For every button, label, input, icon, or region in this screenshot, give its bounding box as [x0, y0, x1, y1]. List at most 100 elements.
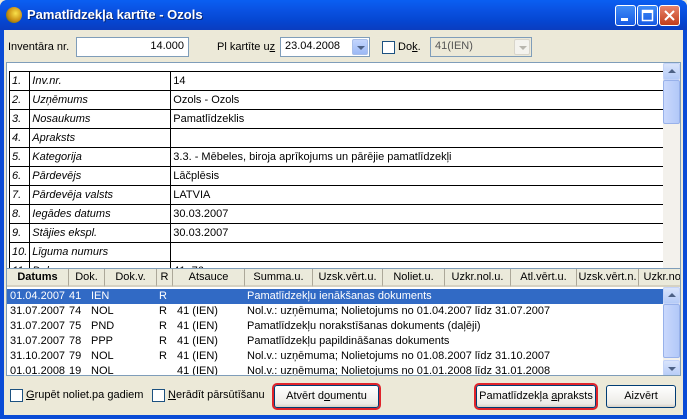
- property-number: 8.: [8, 204, 31, 224]
- column-header[interactable]: Atl.vērt.u.: [511, 269, 577, 287]
- property-value: LATVIA: [170, 185, 669, 205]
- property-number: 9.: [8, 223, 31, 243]
- group-depreciation-checkbox[interactable]: [10, 389, 23, 402]
- property-name: Pārdevējs: [29, 166, 172, 186]
- properties-scrollbar[interactable]: [663, 63, 680, 293]
- property-row[interactable]: 6. Pārdevējs Lāčplēsis: [8, 166, 669, 186]
- property-number: 4.: [8, 128, 31, 148]
- table-row[interactable]: 31.07.2007 74 NOL R 41 (IEN) Nol.v.: uzņēmuma…: [7, 304, 664, 319]
- table-row[interactable]: 01.04.2007 41 IEN R Pamatlīdzekļu ienākšanas…: [7, 289, 664, 304]
- scroll-down-button[interactable]: [663, 360, 680, 375]
- documents-scrollbar[interactable]: [663, 287, 680, 375]
- property-row[interactable]: 9. Stājies ekspl. 30.03.2007: [8, 223, 669, 243]
- property-row[interactable]: 1. Inv.nr. 14: [8, 71, 669, 91]
- cell-date: 31.07.2007: [10, 320, 66, 332]
- app-logo-icon: [6, 7, 22, 23]
- hide-transfer-checkbox[interactable]: [152, 389, 165, 402]
- scroll-up-button[interactable]: [663, 63, 680, 80]
- cell-ref: 41 (IEN): [177, 335, 218, 347]
- column-header[interactable]: Summa.u.: [245, 269, 313, 287]
- cell-description: Nol.v.: uzņēmuma; Nolietojums no 01.08.2…: [247, 350, 551, 362]
- column-header[interactable]: Uzkr.nol.n.: [639, 269, 680, 287]
- cell-doc: 19: [69, 365, 82, 376]
- maximize-icon: [641, 9, 654, 22]
- property-number: 7.: [8, 185, 31, 205]
- column-header[interactable]: Uzkr.nol.u.: [445, 269, 511, 287]
- close-dialog-button[interactable]: Aizvērt: [606, 385, 676, 408]
- property-row[interactable]: 5. Kategorija 3.3. - Mēbeles, biroja aprīk…: [8, 147, 669, 167]
- column-header[interactable]: Dok.: [69, 269, 105, 287]
- cell-description: Pamatlīdzekļu ienākšanas dokuments: [247, 290, 432, 302]
- property-name: Uzņēmums: [29, 90, 172, 110]
- client-area: Inventāra nr. 14.000 Pl kartīte uz 23.04…: [4, 30, 683, 415]
- card-date-select[interactable]: 23.04.2008: [280, 37, 370, 57]
- property-row[interactable]: 7. Pārdevēja valsts LATVIA: [8, 185, 669, 205]
- cell-date: 31.10.2007: [10, 350, 66, 362]
- property-value: 30.03.2007: [170, 223, 669, 243]
- cell-doc: 75: [69, 320, 82, 332]
- cell-r: R: [159, 290, 167, 302]
- card-date-value: 23.04.2008: [285, 40, 341, 52]
- title-bar[interactable]: Pamatlīdzekļa kartīte - Ozols: [0, 0, 687, 30]
- property-value: [170, 128, 669, 148]
- property-row[interactable]: 4. Apraksts: [8, 128, 669, 148]
- cell-date: 01.01.2008: [10, 365, 66, 376]
- arrow-up-icon: [668, 69, 676, 73]
- table-row[interactable]: 31.07.2007 75 PND R 41 (IEN) Pamatlīdzekļu no…: [7, 319, 664, 334]
- cell-doc-type: NOL: [91, 350, 114, 362]
- property-value: Lāčplēsis: [170, 166, 669, 186]
- cell-r: R: [159, 305, 167, 317]
- property-value: 30.03.2007: [170, 204, 669, 224]
- documents-grid[interactable]: Datums Dok. Dok.v. R Atsauce Summa.u. Uzsk.vēr…: [6, 268, 681, 376]
- column-header[interactable]: R: [157, 269, 173, 287]
- close-button[interactable]: [659, 5, 680, 26]
- minimize-icon: [621, 18, 628, 21]
- scroll-thumb[interactable]: [663, 304, 680, 358]
- doc-type-select[interactable]: 41(IEN): [430, 37, 532, 57]
- properties-table: 1. Inv.nr. 14 2. Uzņēmums Ozols - Ozols 3. Nosa…: [8, 71, 669, 281]
- scroll-thumb[interactable]: [663, 80, 680, 124]
- property-row[interactable]: 10. Līguma numurs: [8, 242, 669, 262]
- table-row[interactable]: 31.07.2007 78 PPP R 41 (IEN) Pamatlīdzekļu pa…: [7, 334, 664, 349]
- card-date-label: Pl kartīte uz: [217, 41, 276, 53]
- property-value: Ozols - Ozols: [170, 90, 669, 110]
- column-header[interactable]: Atsauce: [173, 269, 245, 287]
- scroll-up-button[interactable]: [663, 287, 680, 304]
- cell-doc-type: IEN: [91, 290, 110, 302]
- table-row[interactable]: 31.10.2007 79 NOL R 41 (IEN) Nol.v.: uzņēmuma…: [7, 349, 664, 364]
- dok-checkbox[interactable]: [382, 41, 395, 54]
- property-row[interactable]: 2. Uzņēmums Ozols - Ozols: [8, 90, 669, 110]
- property-name: Apraksts: [29, 128, 172, 148]
- cell-r: R: [159, 335, 167, 347]
- cell-description: Nol.v.: uzņēmuma; Nolietojums no 01.04.2…: [247, 305, 551, 317]
- table-row[interactable]: 01.01.2008 19 NOL 41 (IEN) Nol.v.: uzņēmuma;…: [7, 364, 664, 376]
- property-value: Pamatlīdzeklis: [170, 109, 669, 129]
- cell-doc: 78: [69, 335, 82, 347]
- cell-description: Pamatlīdzekļu papildināšanas dokuments: [247, 335, 450, 347]
- property-row[interactable]: 3. Nosaukums Pamatlīdzeklis: [8, 109, 669, 129]
- property-number: 6.: [8, 166, 31, 186]
- maximize-button[interactable]: [637, 5, 658, 26]
- hide-transfer-label: Nerādīt pārsūtīšanu: [168, 389, 265, 401]
- chevron-down-icon[interactable]: [352, 39, 368, 55]
- property-number: 2.: [8, 90, 31, 110]
- chevron-down-icon[interactable]: [514, 39, 530, 55]
- property-row[interactable]: 8. Iegādes datums 30.03.2007: [8, 204, 669, 224]
- column-header[interactable]: Dok.v.: [105, 269, 157, 287]
- inventory-number-input[interactable]: 14.000: [76, 37, 189, 57]
- cell-doc: 41: [69, 290, 82, 302]
- window-title: Pamatlīdzekļa kartīte - Ozols: [27, 7, 203, 22]
- property-value: 3.3. - Mēbeles, biroja aprīkojums un pār…: [170, 147, 669, 167]
- column-header[interactable]: Uzsk.vērt.n.: [577, 269, 639, 287]
- column-header[interactable]: Datums: [7, 269, 69, 287]
- property-number: 1.: [8, 71, 31, 91]
- open-document-button[interactable]: Atvērt doumentu: [274, 385, 379, 408]
- column-header[interactable]: Uzsk.vērt.u.: [313, 269, 383, 287]
- asset-description-button[interactable]: Pamatlīdzekļa apraksts: [476, 385, 596, 408]
- properties-grid[interactable]: 1. Inv.nr. 14 2. Uzņēmums Ozols - Ozols 3. Nosa…: [6, 62, 681, 294]
- minimize-button[interactable]: [615, 5, 636, 26]
- cell-doc: 74: [69, 305, 82, 317]
- cell-ref: 41 (IEN): [177, 365, 218, 376]
- cell-doc-type: PND: [91, 320, 115, 332]
- column-header[interactable]: Noliet.u.: [383, 269, 445, 287]
